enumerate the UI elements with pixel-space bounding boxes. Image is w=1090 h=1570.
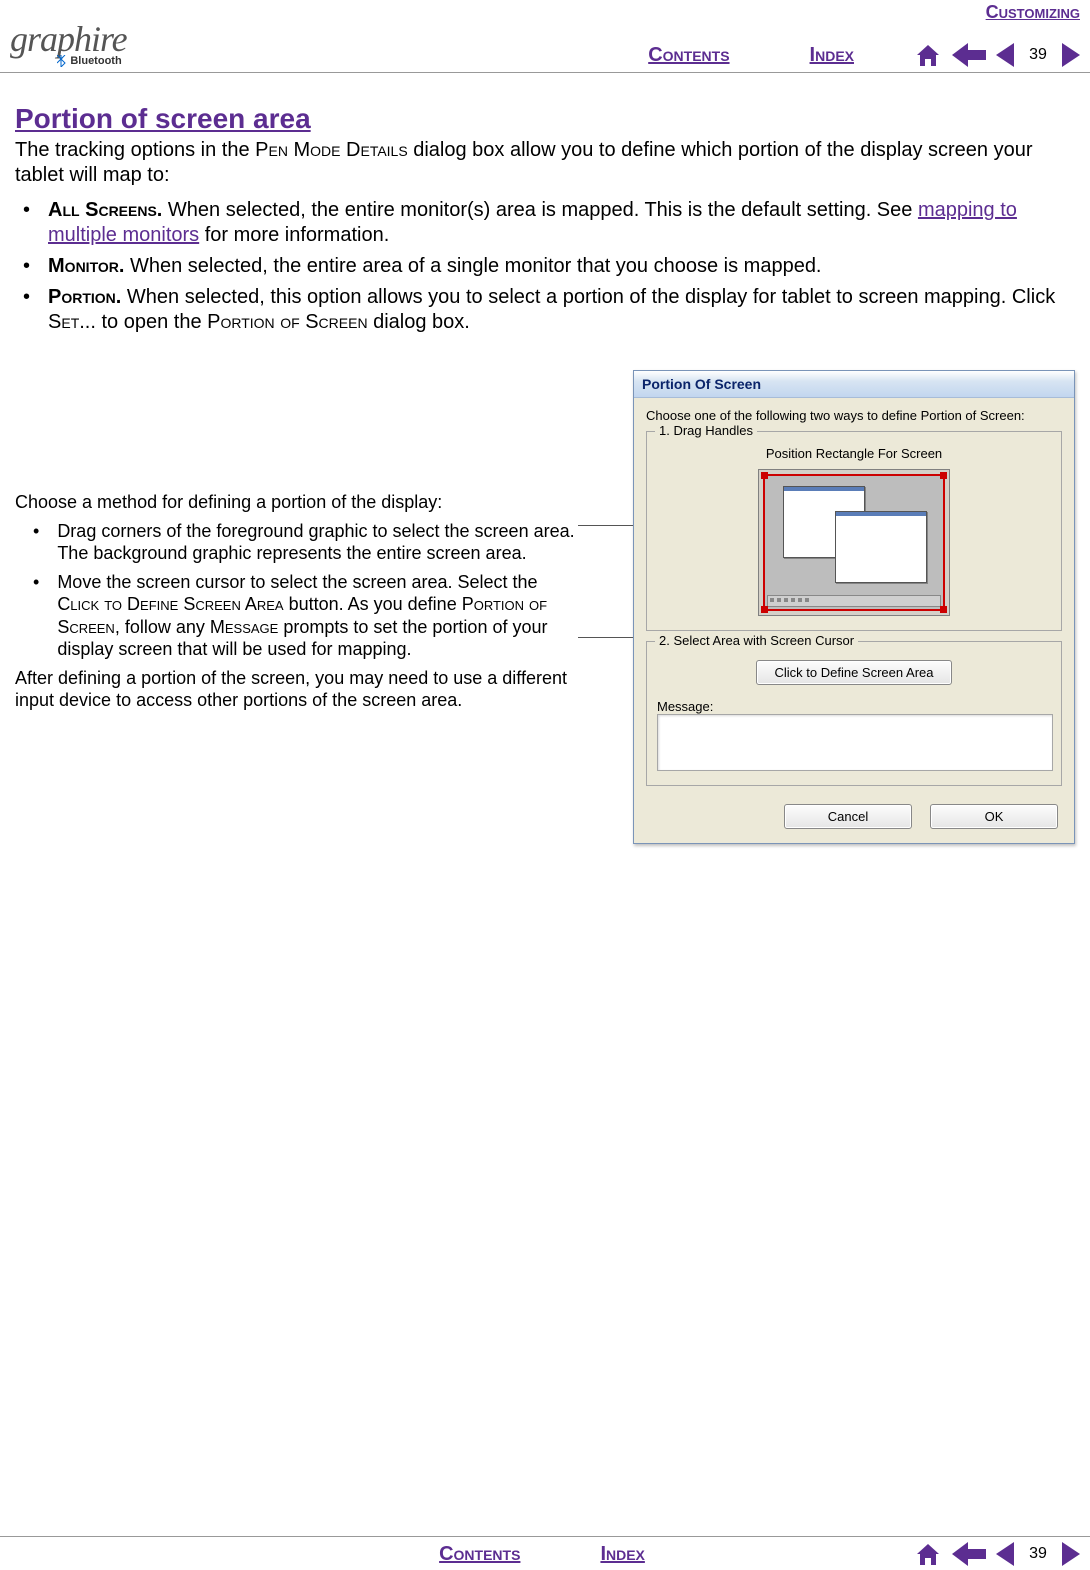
options-list: All Screens. When selected, the entire m… (15, 198, 1075, 335)
option-portion: Portion. When selected, this option allo… (15, 285, 1075, 335)
footer-prev-page-icon[interactable] (996, 1542, 1014, 1566)
contents-link[interactable]: Contents (648, 44, 729, 67)
cancel-button[interactable]: Cancel (784, 804, 912, 829)
footer-index-link[interactable]: Index (600, 1543, 644, 1566)
detail-bullet-cursor: Move the screen cursor to select the scr… (15, 571, 578, 661)
option-monitor: Monitor. When selected, the entire area … (15, 254, 1075, 279)
resize-handle-ne[interactable] (940, 472, 947, 479)
drag-handles-legend: 1. Drag Handles (655, 423, 757, 438)
footer-contents-link[interactable]: Contents (439, 1543, 520, 1566)
drag-handles-group: 1. Drag Handles Position Rectangle For S… (646, 431, 1062, 631)
next-page-icon[interactable] (1062, 43, 1080, 67)
resize-handle-nw[interactable] (761, 472, 768, 479)
footer-big-back-icon[interactable] (952, 1542, 986, 1566)
detail-after-note: After defining a portion of the screen, … (15, 667, 578, 712)
detail-bullet-drag: Drag corners of the foreground graphic t… (15, 520, 578, 565)
intro-paragraph: The tracking options in the Pen Mode Det… (15, 138, 1075, 188)
footer-home-icon[interactable] (914, 1542, 942, 1566)
header-page-nav: 39 (914, 43, 1080, 67)
dialog-titlebar: Portion Of Screen (634, 371, 1074, 398)
page-number: 39 (1024, 46, 1052, 64)
logo-text: graphire (10, 23, 127, 55)
option-all-screens: All Screens. When selected, the entire m… (15, 198, 1075, 248)
footer-page-nav: 39 (914, 1542, 1080, 1566)
header-nav-links: Contents Index (648, 44, 854, 67)
message-textbox (657, 714, 1053, 771)
product-logo: graphire Bluetooth (10, 23, 127, 67)
page-content: Portion of screen area The tracking opti… (0, 73, 1090, 854)
footer-page-number: 39 (1024, 1545, 1052, 1563)
home-icon[interactable] (914, 43, 942, 67)
click-define-screen-area-button[interactable]: Click to Define Screen Area (756, 660, 953, 685)
selection-rectangle[interactable] (763, 474, 945, 611)
big-back-icon[interactable] (952, 43, 986, 67)
logo-subtext: Bluetooth (57, 55, 121, 67)
page-title: Portion of screen area (15, 103, 1075, 135)
screen-preview[interactable] (758, 469, 950, 616)
page-footer: Contents Index 39 (0, 1536, 1090, 1566)
footer-next-page-icon[interactable] (1062, 1542, 1080, 1566)
portion-of-screen-dialog: Portion Of Screen Choose one of the foll… (633, 370, 1075, 844)
detail-section: Choose a method for defining a portion o… (15, 370, 1075, 844)
index-link[interactable]: Index (810, 44, 854, 67)
position-rectangle-label: Position Rectangle For Screen (657, 446, 1051, 461)
ok-button[interactable]: OK (930, 804, 1058, 829)
prev-page-icon[interactable] (996, 43, 1014, 67)
detail-heading: Choose a method for defining a portion o… (15, 491, 578, 514)
resize-handle-se[interactable] (940, 606, 947, 613)
page: Customizing graphire Bluetooth Contents … (0, 0, 1090, 1570)
detail-text: Choose a method for defining a portion o… (15, 370, 578, 718)
message-label: Message: (657, 699, 1051, 714)
page-header: Customizing graphire Bluetooth Contents … (0, 0, 1090, 73)
footer-nav-links: Contents Index (170, 1543, 914, 1566)
select-area-legend: 2. Select Area with Screen Cursor (655, 633, 858, 648)
dialog-instruction: Choose one of the following two ways to … (646, 408, 1062, 423)
select-area-group: 2. Select Area with Screen Cursor Click … (646, 641, 1062, 786)
section-link-customizing[interactable]: Customizing (986, 2, 1080, 23)
resize-handle-sw[interactable] (761, 606, 768, 613)
